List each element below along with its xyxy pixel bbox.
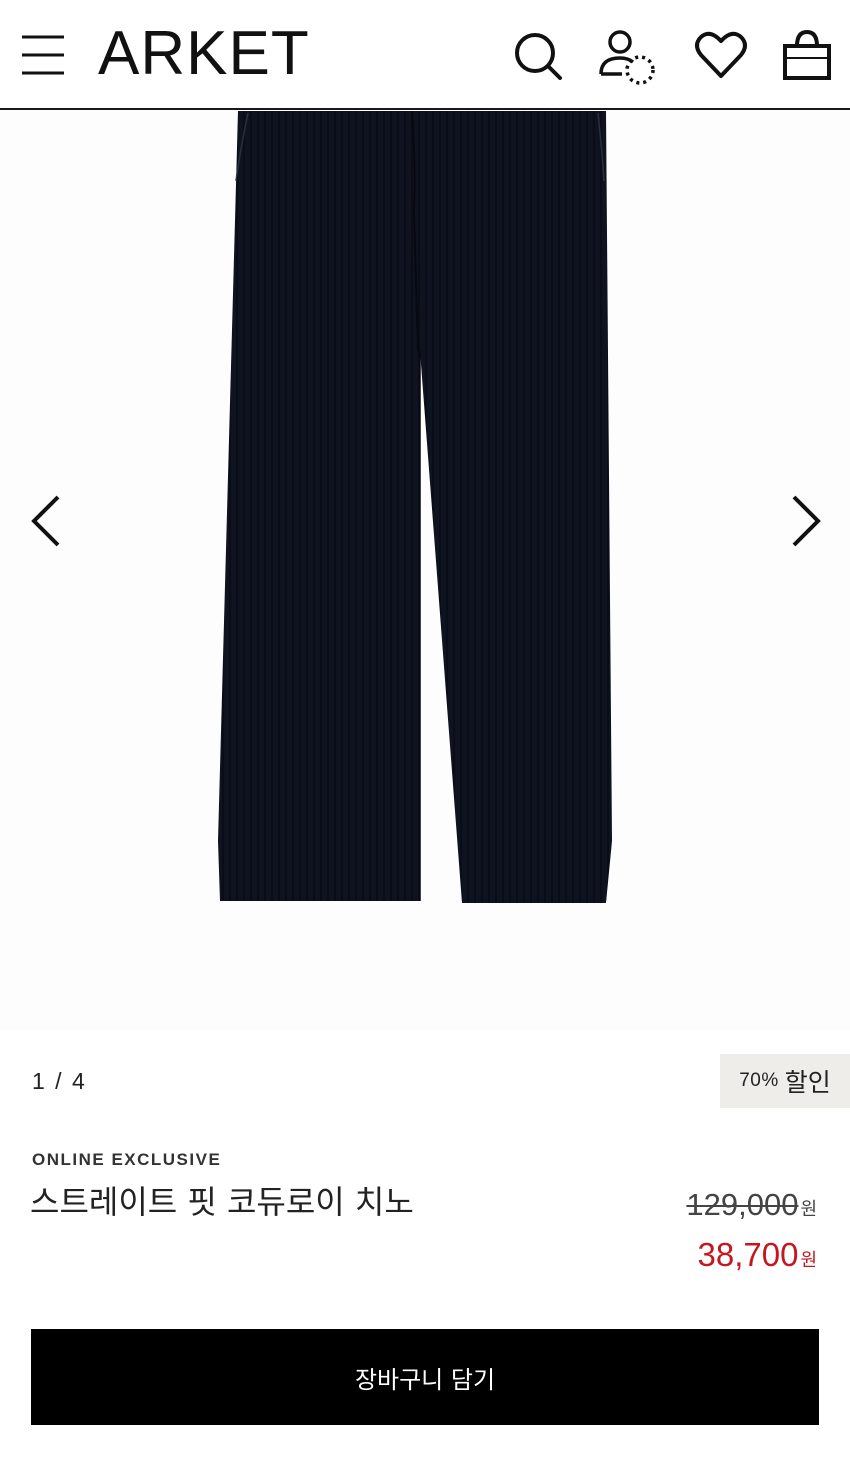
currency-unit: 원 bbox=[800, 1250, 817, 1271]
sale-price: 38,700 원 bbox=[698, 1236, 818, 1274]
product-gallery[interactable] bbox=[0, 111, 850, 1031]
currency-unit: 원 bbox=[800, 1199, 817, 1220]
product-title: 스트레이트 핏 코듀로이 치노 bbox=[30, 1183, 414, 1221]
chevron-right-icon[interactable] bbox=[778, 491, 830, 551]
shopping-bag-icon[interactable] bbox=[780, 28, 834, 82]
online-exclusive-tag: ONLINE EXCLUSIVE bbox=[32, 1150, 222, 1169]
wishlist-heart-icon[interactable] bbox=[694, 28, 748, 82]
brand-logo[interactable]: ARKET bbox=[98, 20, 310, 88]
account-icon[interactable] bbox=[596, 28, 655, 85]
menu-icon[interactable] bbox=[20, 30, 66, 78]
original-price-value: 129,000 bbox=[686, 1187, 799, 1222]
discount-percent: 70% bbox=[739, 1070, 779, 1091]
chevron-left-icon[interactable] bbox=[22, 491, 74, 551]
original-price: 129,000 원 bbox=[686, 1187, 817, 1223]
product-image[interactable] bbox=[0, 111, 850, 1031]
site-header: ARKET bbox=[0, 0, 850, 110]
search-icon[interactable] bbox=[510, 28, 564, 82]
add-to-cart-button[interactable]: 장바구니 담기 bbox=[31, 1329, 819, 1425]
discount-badge: 70% 할인 bbox=[720, 1054, 850, 1108]
discount-word: 할인 bbox=[784, 1068, 831, 1097]
sale-price-value: 38,700 bbox=[697, 1236, 799, 1273]
image-counter: 1 / 4 bbox=[32, 1068, 87, 1094]
